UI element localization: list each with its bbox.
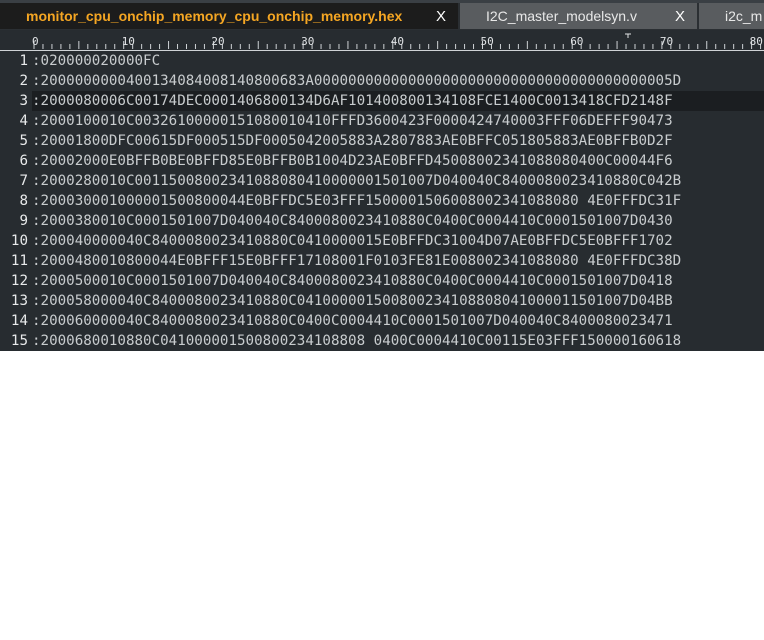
- tab-label: I2C_master_modelsyn.v: [486, 8, 637, 24]
- line-text[interactable]: :2000280010C0011500800234108808041000000…: [32, 171, 681, 191]
- line-number: 5: [19, 133, 28, 149]
- ruler-label: 30: [301, 35, 314, 48]
- line-text[interactable]: :2000680010880C041000001500800234108808 …: [32, 331, 681, 351]
- line-text[interactable]: :2000500010C0001501007D040040C8400080023…: [32, 271, 673, 291]
- line-number: 11: [10, 253, 28, 269]
- editor-line[interactable]: 15:2000680010880C04100000150080023410880…: [0, 331, 764, 351]
- line-number: 13: [10, 293, 28, 309]
- line-number: 10: [10, 233, 28, 249]
- line-text[interactable]: :20002000E0BFFB0BE0BFFD85E0BFFB0B1004D23…: [32, 151, 673, 171]
- line-number: 12: [10, 273, 28, 289]
- editor-line[interactable]: 11:2000480010800044E0BFFF15E0BFFF1710800…: [0, 251, 764, 271]
- line-number: 7: [19, 173, 28, 189]
- tab-i2c-m[interactable]: i2c_m: [699, 3, 764, 29]
- line-text[interactable]: :200030001000001500800044E0BFFDC5E03FFF1…: [32, 191, 681, 211]
- line-text[interactable]: :2000080006C00174DEC0001406800134D6AF101…: [32, 91, 673, 111]
- line-text[interactable]: :2000100010C00326100000151080010410FFFD3…: [32, 111, 673, 131]
- column-ruler: 0 10 20 30 40 50 60 70 80: [0, 30, 764, 51]
- close-icon[interactable]: X: [436, 8, 446, 25]
- line-text[interactable]: :020000020000FC: [32, 51, 160, 71]
- tab-label: i2c_m: [725, 8, 763, 24]
- line-number: 3: [0, 91, 32, 111]
- editor-line[interactable]: 12:2000500010C0001501007D040040C84000800…: [0, 271, 764, 291]
- line-text[interactable]: :200040000040C8400080023410880C041000001…: [32, 231, 673, 251]
- line-number: 8: [19, 193, 28, 209]
- ruler-label: 50: [481, 35, 494, 48]
- close-icon[interactable]: X: [675, 8, 685, 25]
- editor-line[interactable]: 9:2000380010C0001501007D040040C840008002…: [0, 211, 764, 231]
- line-number: 2: [19, 73, 28, 89]
- editor-line[interactable]: 14:200060000040C8400080023410880C0400C00…: [0, 311, 764, 331]
- ruler-ticks: 0 10 20 30 40 50 60 70 80: [32, 33, 763, 49]
- tab-bar: monitor_cpu_onchip_memory_cpu_onchip_mem…: [0, 0, 764, 31]
- ruler-label: 70: [660, 35, 673, 48]
- editor-line[interactable]: 13:200058000040C8400080023410880C0410000…: [0, 291, 764, 311]
- line-number: 1: [19, 53, 28, 69]
- line-number: 6: [19, 153, 28, 169]
- tab-hex-file[interactable]: monitor_cpu_onchip_memory_cpu_onchip_mem…: [0, 3, 458, 29]
- line-number: 9: [19, 213, 28, 229]
- line-text[interactable]: :2000000000400134084008140800683A0000000…: [32, 71, 681, 91]
- editor-lines[interactable]: 1:020000020000FC 2:2000000000400134084008…: [0, 51, 764, 351]
- editor-line[interactable]: 8:200030001000001500800044E0BFFDC5E03FFF…: [0, 191, 764, 211]
- ruler-caret-marker: [625, 33, 631, 38]
- editor-line[interactable]: 3:2000080006C00174DEC0001406800134D6AF10…: [0, 91, 764, 111]
- tab-i2c-master-modelsyn[interactable]: I2C_master_modelsyn.v X: [460, 3, 697, 29]
- line-number: 14: [10, 313, 28, 329]
- line-text[interactable]: :200058000040C8400080023410880C041000001…: [32, 291, 673, 311]
- editor-line[interactable]: 4:2000100010C00326100000151080010410FFFD…: [0, 111, 764, 131]
- editor-line[interactable]: 6:20002000E0BFFB0BE0BFFD85E0BFFB0B1004D2…: [0, 151, 764, 171]
- line-number: 4: [19, 113, 28, 129]
- ruler-label: 0: [32, 35, 39, 48]
- tab-label: monitor_cpu_onchip_memory_cpu_onchip_mem…: [26, 8, 403, 24]
- line-text[interactable]: :200060000040C8400080023410880C0400C0004…: [32, 311, 673, 331]
- editor-line[interactable]: 2:2000000000400134084008140800683A000000…: [0, 71, 764, 91]
- editor-line[interactable]: 10:200040000040C8400080023410880C0410000…: [0, 231, 764, 251]
- ruler-label: 10: [122, 35, 135, 48]
- line-number: 15: [10, 333, 28, 349]
- ruler-label: 40: [391, 35, 404, 48]
- ruler-label: 60: [570, 35, 583, 48]
- editor-line[interactable]: 5:20001800DFC00615DF000515DF000504200588…: [0, 131, 764, 151]
- editor-line[interactable]: 7:2000280010C001150080023410880804100000…: [0, 171, 764, 191]
- ruler-label: 20: [211, 35, 224, 48]
- text-editor[interactable]: 0 10 20 30 40 50 60 70 80 1:020000020000FC 2:2000…: [0, 30, 764, 351]
- line-text[interactable]: :2000380010C0001501007D040040C8400080023…: [32, 211, 673, 231]
- editor-line[interactable]: 1:020000020000FC: [0, 51, 764, 71]
- line-text[interactable]: :2000480010800044E0BFFF15E0BFFF17108001F…: [32, 251, 681, 271]
- ruler-label: 80: [750, 35, 763, 48]
- line-text[interactable]: :20001800DFC00615DF000515DF0005042005883…: [32, 131, 673, 151]
